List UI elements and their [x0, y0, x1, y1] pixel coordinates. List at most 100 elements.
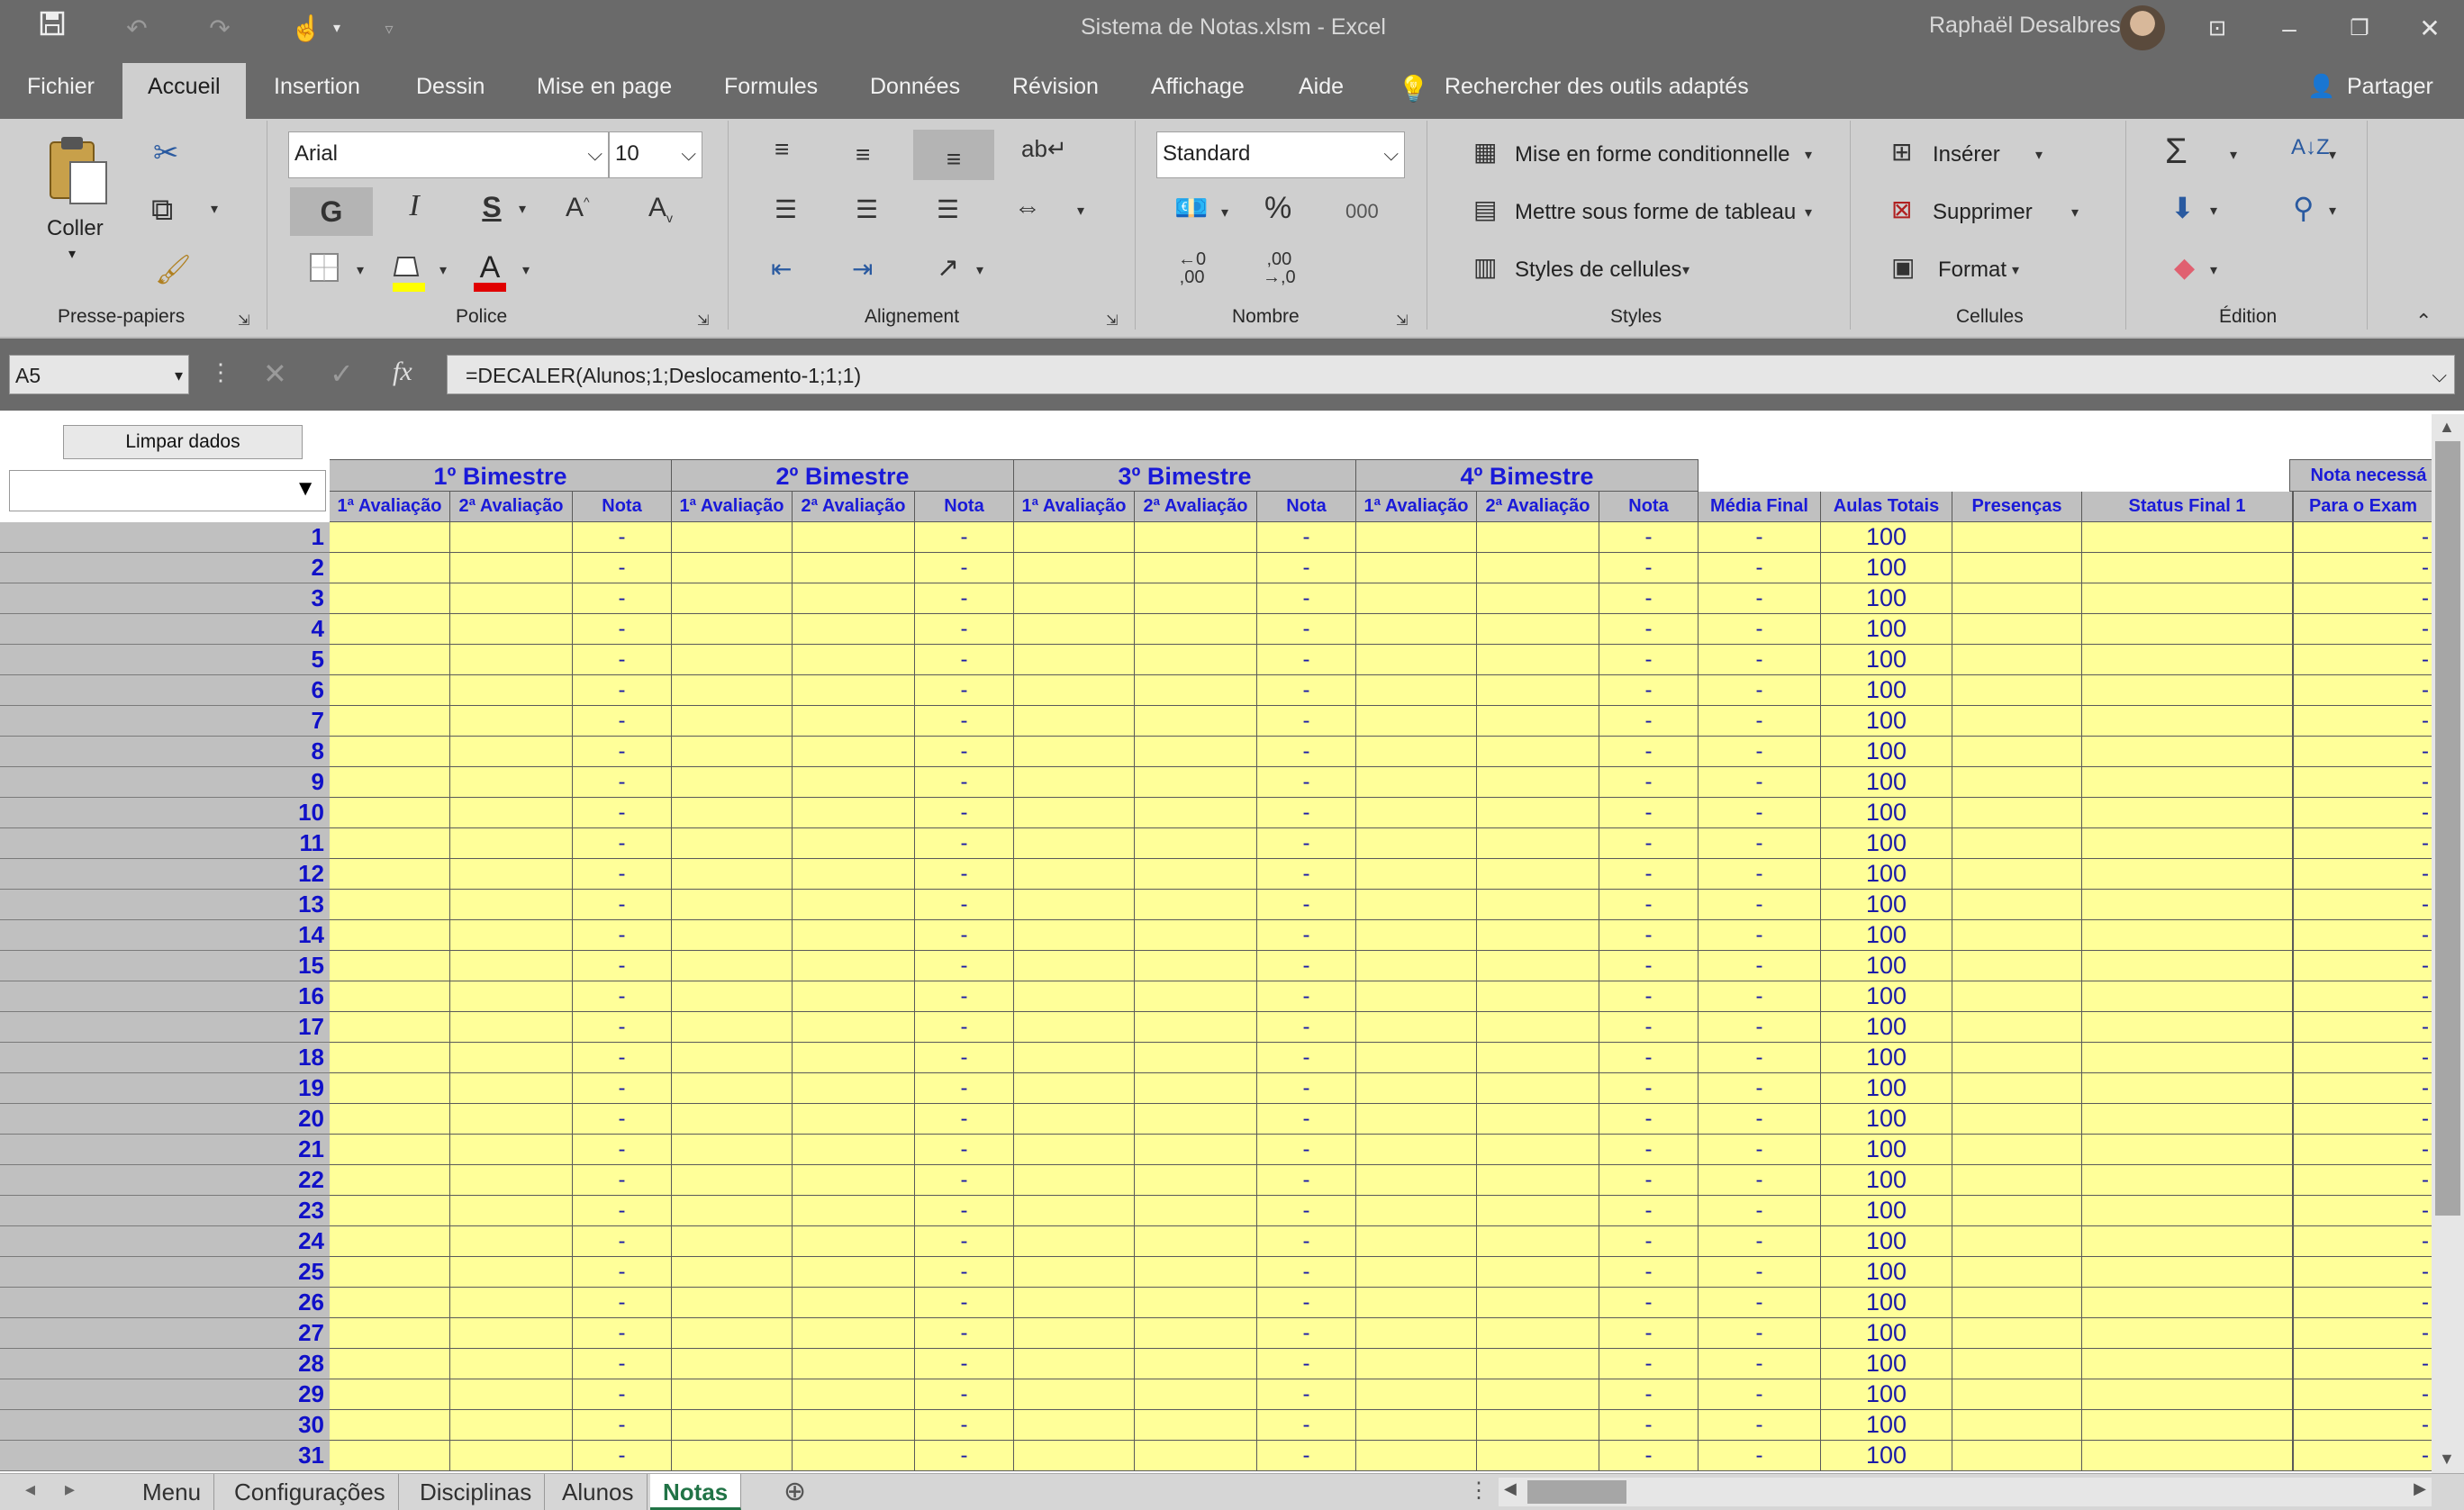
grade-cell[interactable]	[2082, 890, 2293, 920]
grade-cell[interactable]: 100	[1821, 614, 1952, 645]
grade-cell[interactable]: -	[1599, 1165, 1699, 1196]
grade-cell[interactable]: -	[915, 1288, 1014, 1318]
grade-cell[interactable]: -	[1257, 1104, 1356, 1135]
grade-cell[interactable]: -	[2293, 1073, 2433, 1104]
grade-cell[interactable]	[2082, 706, 2293, 737]
grade-cell[interactable]: 100	[1821, 1135, 1952, 1165]
grade-cell[interactable]	[1952, 767, 2082, 798]
grade-cell[interactable]	[1014, 1257, 1135, 1288]
grade-cell[interactable]: 100	[1821, 522, 1952, 553]
column-header[interactable]: Aulas Totais	[1821, 492, 1952, 522]
grade-cell[interactable]: -	[573, 1318, 672, 1349]
grade-cell[interactable]: -	[2293, 798, 2433, 828]
vertical-scrollbar[interactable]: ▲ ▼	[2432, 414, 2464, 1473]
grade-cell[interactable]	[672, 1135, 793, 1165]
sort-filter-dropdown-icon[interactable]: ▾	[2329, 146, 2336, 164]
grade-cell[interactable]: 100	[1821, 737, 1952, 767]
grade-cell[interactable]: -	[915, 859, 1014, 890]
grade-cell[interactable]	[1014, 1043, 1135, 1073]
grade-cell[interactable]	[2082, 981, 2293, 1012]
grade-cell[interactable]: -	[915, 1318, 1014, 1349]
grade-cell[interactable]: -	[573, 1104, 672, 1135]
student-number[interactable]: 4	[0, 614, 330, 645]
grade-cell[interactable]: -	[2293, 1104, 2433, 1135]
grade-cell[interactable]: -	[573, 1379, 672, 1410]
grade-cell[interactable]	[1135, 1441, 1257, 1471]
grade-cell[interactable]: 100	[1821, 1410, 1952, 1441]
grade-cell[interactable]	[793, 767, 915, 798]
grade-cell[interactable]	[793, 522, 915, 553]
autosum-dropdown-icon[interactable]: ▾	[2230, 146, 2237, 164]
column-header[interactable]: Nota	[915, 492, 1014, 522]
grade-cell[interactable]	[1952, 1226, 2082, 1257]
grade-cell[interactable]	[1135, 1196, 1257, 1226]
grade-cell[interactable]: -	[1257, 981, 1356, 1012]
grade-cell[interactable]	[1356, 1104, 1477, 1135]
grade-cell[interactable]: -	[1699, 1012, 1821, 1043]
percent-icon[interactable]: %	[1264, 191, 1291, 226]
grade-cell[interactable]	[450, 1379, 573, 1410]
grade-cell[interactable]	[793, 553, 915, 583]
grade-cell[interactable]	[450, 706, 573, 737]
grade-cell[interactable]	[1014, 1410, 1135, 1441]
conditional-format-dropdown-icon[interactable]: ▾	[1805, 146, 1812, 164]
grade-cell[interactable]	[793, 798, 915, 828]
student-number[interactable]: 21	[0, 1135, 330, 1165]
student-number[interactable]: 8	[0, 737, 330, 767]
find-select-icon[interactable]: ⚲	[2293, 191, 2314, 225]
horizontal-scrollbar[interactable]: ◀ ▶	[1499, 1478, 2432, 1506]
grade-cell[interactable]: 100	[1821, 645, 1952, 675]
fill-dropdown-icon[interactable]: ▾	[2210, 202, 2217, 220]
grade-cell[interactable]	[1014, 1012, 1135, 1043]
grade-cell[interactable]: -	[2293, 951, 2433, 981]
tell-me-search[interactable]: Rechercher des outils adaptés	[1445, 74, 1749, 100]
grade-cell[interactable]	[672, 706, 793, 737]
format-as-table-button[interactable]: Mettre sous forme de tableau	[1515, 200, 1796, 225]
grade-cell[interactable]	[793, 675, 915, 706]
grade-cell[interactable]: -	[915, 1043, 1014, 1073]
grade-cell[interactable]	[330, 583, 450, 614]
grade-cell[interactable]	[672, 1104, 793, 1135]
grade-cell[interactable]	[1356, 522, 1477, 553]
grade-cell[interactable]	[1952, 614, 2082, 645]
grade-cell[interactable]	[2082, 767, 2293, 798]
grade-cell[interactable]	[793, 645, 915, 675]
fill-icon[interactable]: ⬇	[2170, 191, 2195, 225]
number-launcher-icon[interactable]: ⇲	[1396, 312, 1408, 330]
grade-cell[interactable]: 100	[1821, 767, 1952, 798]
grade-cell[interactable]	[672, 614, 793, 645]
grade-cell[interactable]	[1014, 798, 1135, 828]
person-icon[interactable]: 👤	[2307, 74, 2335, 100]
grade-cell[interactable]	[450, 951, 573, 981]
grade-cell[interactable]	[450, 798, 573, 828]
grade-cell[interactable]	[330, 522, 450, 553]
grade-cell[interactable]	[330, 1441, 450, 1471]
grade-cell[interactable]	[330, 1349, 450, 1379]
grade-cell[interactable]	[1952, 920, 2082, 951]
grade-cell[interactable]: -	[1599, 675, 1699, 706]
grade-cell[interactable]	[1135, 614, 1257, 645]
grade-cell[interactable]: -	[2293, 645, 2433, 675]
student-number[interactable]: 5	[0, 645, 330, 675]
grade-cell[interactable]: -	[1257, 1379, 1356, 1410]
grade-cell[interactable]: -	[1257, 645, 1356, 675]
grade-cell[interactable]	[2082, 1135, 2293, 1165]
grade-cell[interactable]	[1135, 1288, 1257, 1318]
student-number[interactable]: 16	[0, 981, 330, 1012]
grade-cell[interactable]	[2082, 645, 2293, 675]
grade-cell[interactable]	[330, 1318, 450, 1349]
grade-cell[interactable]	[2082, 522, 2293, 553]
grade-cell[interactable]	[793, 1104, 915, 1135]
column-header[interactable]: Nota	[1257, 492, 1356, 522]
grade-cell[interactable]	[1014, 1318, 1135, 1349]
grade-cell[interactable]	[1356, 1196, 1477, 1226]
grade-cell[interactable]	[1477, 645, 1599, 675]
grade-cell[interactable]	[1135, 981, 1257, 1012]
grade-cell[interactable]	[1135, 920, 1257, 951]
student-number[interactable]: 9	[0, 767, 330, 798]
grade-cell[interactable]: -	[2293, 1379, 2433, 1410]
scroll-up-icon[interactable]: ▲	[2439, 418, 2455, 437]
grade-cell[interactable]	[2082, 1226, 2293, 1257]
grade-cell[interactable]	[1014, 951, 1135, 981]
orientation-dropdown-icon[interactable]: ▾	[976, 261, 983, 279]
